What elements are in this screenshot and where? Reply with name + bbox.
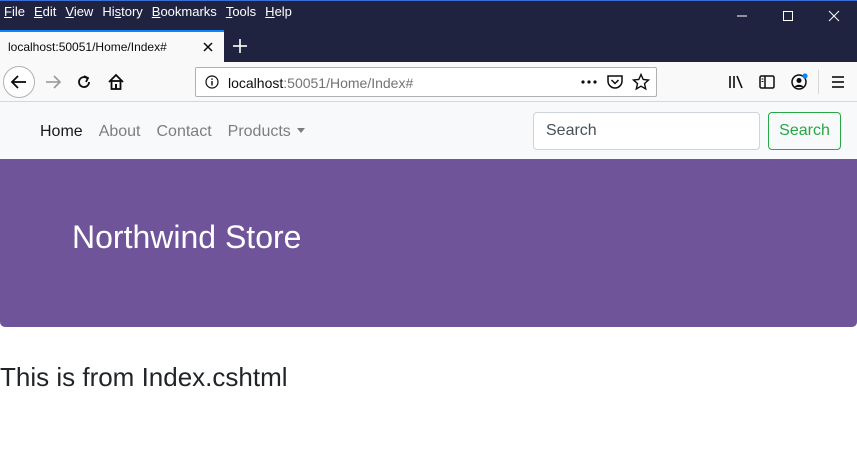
window-controls (719, 1, 857, 31)
forward-arrow-icon (46, 75, 62, 89)
url-bar[interactable]: localhost:50051/Home/Index# (195, 67, 657, 97)
menu-edit[interactable]: Edit (34, 4, 56, 19)
home-button[interactable] (100, 66, 132, 98)
nav-dropdown-products[interactable]: Products (228, 123, 305, 141)
jumbotron-title: Northwind Store (72, 219, 302, 255)
forward-button[interactable] (37, 66, 69, 98)
browser-toolbar: localhost:50051/Home/Index# (0, 62, 857, 102)
search-input[interactable] (533, 112, 760, 150)
tab-title: localhost:50051/Home/Index# (8, 40, 167, 54)
close-window-button[interactable] (811, 1, 857, 31)
new-tab-button[interactable] (228, 34, 252, 58)
menu-button[interactable] (822, 66, 854, 98)
nav-link-about[interactable]: About (99, 123, 141, 141)
menu-file[interactable]: File (4, 4, 25, 19)
hamburger-icon (832, 76, 844, 88)
menu-bar: File Edit View History Bookmarks Tools H… (4, 4, 301, 19)
close-icon (828, 10, 840, 22)
reload-icon (78, 75, 90, 88)
site-navbar: Home About Contact Products Search (0, 102, 857, 159)
plus-icon (233, 39, 247, 53)
maximize-button[interactable] (765, 1, 811, 31)
back-arrow-icon (10, 75, 26, 89)
library-button[interactable] (720, 66, 752, 98)
library-icon (729, 75, 743, 89)
more-actions-icon[interactable] (580, 73, 598, 91)
nav-link-contact[interactable]: Contact (157, 123, 212, 141)
menu-help[interactable]: Help (265, 4, 292, 19)
menu-bookmarks[interactable]: Bookmarks (152, 4, 217, 19)
nav-link-home[interactable]: Home (40, 123, 83, 141)
url-text[interactable]: localhost:50051/Home/Index# (228, 75, 413, 91)
active-tab[interactable]: localhost:50051/Home/Index# (0, 30, 224, 62)
search-button[interactable]: Search (768, 112, 841, 150)
dropdown-caret-icon (296, 128, 305, 133)
url-actions (580, 73, 650, 91)
sidebar-icon (759, 75, 775, 89)
pocket-icon[interactable] (606, 73, 624, 91)
minimize-button[interactable] (719, 1, 765, 31)
info-icon[interactable] (205, 75, 219, 89)
minimize-icon (737, 15, 747, 17)
toolbar-divider (818, 70, 819, 94)
menu-history[interactable]: History (102, 4, 142, 19)
bookmark-star-icon[interactable] (632, 73, 650, 91)
tab-strip: localhost:50051/Home/Index# (0, 30, 857, 62)
menu-tools[interactable]: Tools (226, 4, 256, 19)
sidebar-button[interactable] (751, 66, 783, 98)
jumbotron: Northwind Store (0, 159, 857, 327)
back-button[interactable] (3, 66, 35, 98)
home-icon (108, 73, 124, 90)
site-nav-links: Home About Contact Products (40, 123, 305, 141)
reload-button[interactable] (68, 66, 100, 98)
account-icon (791, 73, 808, 90)
page-heading: This is from Index.cshtml (0, 362, 288, 392)
account-button[interactable] (783, 66, 815, 98)
title-bar: File Edit View History Bookmarks Tools H… (0, 0, 857, 30)
menu-view[interactable]: View (65, 4, 93, 19)
maximize-icon (783, 11, 793, 21)
tab-close-icon[interactable] (200, 39, 216, 55)
